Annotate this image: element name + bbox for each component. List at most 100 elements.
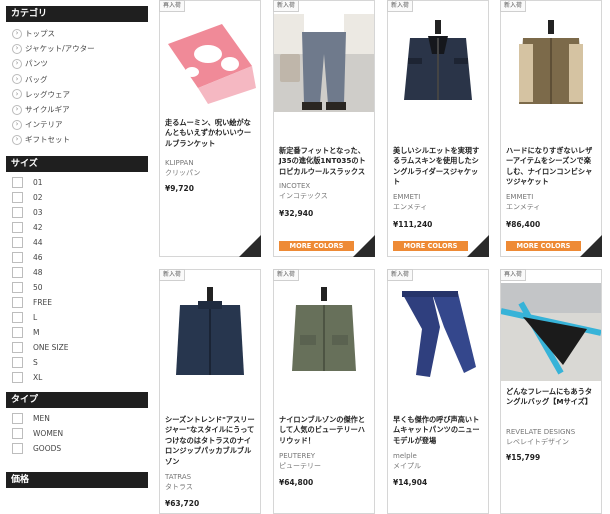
product-title[interactable]: シーズントレンド"アスリージャー"なスタイルにうってつけなのはタトラスのナイロン… [165, 415, 257, 467]
chevron-right-icon: › [12, 134, 22, 145]
product-price: ¥111,240 [393, 220, 433, 229]
size-option[interactable]: 46 [12, 250, 148, 265]
add-icon[interactable]: + [239, 235, 280, 257]
brand-name: INCOTEX [279, 182, 311, 190]
checkbox[interactable] [12, 281, 23, 293]
size-option[interactable]: M [12, 325, 148, 340]
size-option[interactable]: ONE SIZE [12, 340, 148, 355]
category-item[interactable]: › バッグ [12, 72, 148, 87]
category-label: ジャケット/アウター [25, 44, 95, 54]
size-option-label: 01 [33, 177, 43, 187]
product-image[interactable] [160, 14, 260, 112]
add-icon[interactable]: + [353, 235, 394, 257]
category-item[interactable]: › インテリア [12, 117, 148, 132]
product-title[interactable]: ナイロンブルゾンの傑作として人気のビューテリーハリウッド！ [279, 415, 371, 446]
category-item[interactable]: › パンツ [12, 56, 148, 71]
product-image[interactable] [160, 283, 260, 381]
size-option[interactable]: 42 [12, 220, 148, 235]
more-colors-button[interactable]: MORE COLORS [506, 241, 581, 251]
type-option[interactable]: WOMEN [12, 426, 148, 441]
checkbox[interactable] [12, 236, 23, 248]
product-title[interactable]: ハードになりすぎないレザーアイテムをシーズンで楽しむ、ナイロンコンビシャツジャケ… [506, 146, 598, 188]
size-list: 01 02 03 42 44 46 48 50 FREE L M ONE SIZE S XL [6, 172, 148, 391]
checkbox[interactable] [12, 412, 23, 424]
type-heading: タイプ [6, 391, 148, 408]
brand-name-jp: レベレイトデザイン [506, 438, 569, 446]
size-option[interactable]: 02 [12, 190, 148, 205]
product-image[interactable] [274, 14, 374, 112]
size-option-label: XL [33, 372, 43, 382]
status-badge: 再入荷 [500, 269, 527, 281]
size-option-label: 03 [33, 207, 43, 217]
category-item[interactable]: › トップス [12, 26, 148, 41]
product-price: ¥86,400 [506, 220, 541, 229]
brand-name: TATRAS [165, 473, 192, 481]
size-option[interactable]: XL [12, 370, 148, 385]
product-title[interactable]: どんなフレームにもあうタングルバッグ【Mサイズ】 [506, 387, 598, 408]
product-title[interactable]: 走るムーミン、呪い絵がなんともいえずかわいいウールブランケット [165, 118, 257, 149]
product-price: ¥64,800 [279, 478, 314, 487]
checkbox[interactable] [12, 191, 23, 203]
product-title[interactable]: 新定番フィットとなった、J35の進化版1NT035のトロピカルウールスラックス [279, 146, 371, 177]
size-option[interactable]: 03 [12, 205, 148, 220]
status-badge: 新入荷 [387, 0, 414, 12]
category-heading: カテゴリ [6, 6, 148, 22]
category-item[interactable]: › レッグウェア [12, 87, 148, 102]
type-option[interactable]: GOODS [12, 441, 148, 456]
checkbox[interactable] [12, 176, 23, 188]
add-icon[interactable]: + [467, 235, 508, 257]
product-image[interactable] [274, 283, 374, 381]
size-option[interactable]: L [12, 310, 148, 325]
size-option[interactable]: 48 [12, 265, 148, 280]
checkbox[interactable] [12, 356, 23, 368]
more-colors-button[interactable]: MORE COLORS [279, 241, 354, 251]
more-colors-button[interactable]: MORE COLORS [393, 241, 468, 251]
brand-name-jp: エンメティ [506, 203, 541, 211]
checkbox[interactable] [12, 341, 23, 353]
type-option[interactable]: MEN [12, 411, 148, 426]
category-label: ギフトセット [25, 135, 70, 145]
chevron-right-icon: › [12, 89, 22, 100]
checkbox[interactable] [12, 311, 23, 323]
type-option-label: MEN [33, 413, 50, 423]
status-badge: 新入荷 [500, 0, 527, 12]
add-icon[interactable]: + [580, 235, 602, 257]
size-option-label: L [33, 312, 38, 322]
size-option-label: FREE [33, 297, 53, 307]
chevron-right-icon: › [12, 74, 22, 85]
product-image[interactable] [501, 283, 601, 381]
checkbox[interactable] [12, 221, 23, 233]
size-option[interactable]: 50 [12, 280, 148, 295]
size-option[interactable]: S [12, 355, 148, 370]
checkbox[interactable] [12, 266, 23, 278]
suede-shirt-jacket-image-icon [501, 14, 601, 112]
product-title[interactable]: 美しいシルエットを実現するラムスキンを使用したシングルライダースジャケット [393, 146, 485, 188]
checkbox[interactable] [12, 251, 23, 263]
slacks-image-icon [274, 14, 374, 112]
product-image[interactable] [501, 14, 601, 112]
size-option[interactable]: 44 [12, 235, 148, 250]
brand-name: EMMETI [393, 193, 421, 201]
checkbox[interactable] [12, 427, 23, 439]
size-option[interactable]: FREE [12, 295, 148, 310]
brand-name: PEUTEREY [279, 452, 316, 460]
product-title[interactable]: 早くも傑作の呼び声高いトムキャットパンツのニューモデルが登場 [393, 415, 485, 446]
category-item[interactable]: › サイクルギア [12, 102, 148, 117]
product-price: ¥9,720 [165, 184, 194, 193]
checkbox[interactable] [12, 371, 23, 383]
size-option[interactable]: 01 [12, 175, 148, 190]
brand-name-jp: インコテックス [279, 192, 328, 200]
category-item[interactable]: › ジャケット/アウター [12, 41, 148, 56]
checkbox[interactable] [12, 296, 23, 308]
product-price: ¥32,940 [279, 209, 314, 218]
product-image[interactable] [388, 14, 488, 112]
product-price: ¥15,799 [506, 453, 541, 462]
checkbox[interactable] [12, 442, 23, 454]
product-image[interactable] [388, 283, 488, 381]
nylon-blouson-image-icon [160, 283, 260, 381]
checkbox[interactable] [12, 326, 23, 338]
brand-name: EMMETI [506, 193, 534, 201]
frame-bag-image-icon [501, 283, 601, 381]
checkbox[interactable] [12, 206, 23, 218]
category-item[interactable]: › ギフトセット [12, 132, 148, 147]
